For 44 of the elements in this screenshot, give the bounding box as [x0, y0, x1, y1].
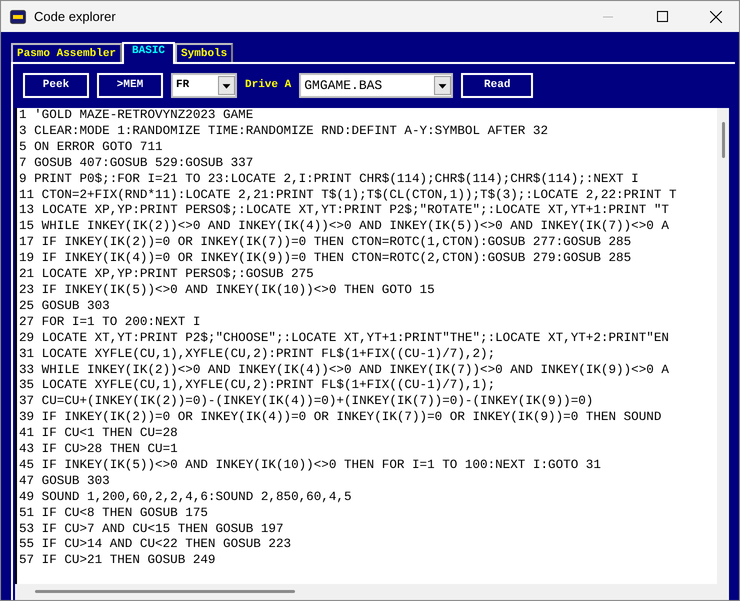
close-icon [710, 10, 722, 22]
code-line: 17 IF INKEY(IK(2))=0 OR INKEY(IK(7))=0 THEN CTON=ROTC(1,CTON):GOSUB 277:GOSUB 285 [19, 235, 632, 252]
drive-label: Drive A [245, 79, 292, 91]
tab[interactable]: BASIC [122, 42, 176, 64]
maximize-icon [656, 11, 668, 22]
code-line: 41 IF CU<1 THEN CU=28 [19, 426, 179, 442]
vertical-scrollbar[interactable] [717, 108, 729, 584]
tab[interactable]: Pasmo Assembler [11, 43, 122, 62]
code-line: 55 IF CU>14 AND CU<22 THEN GOSUB 223 [19, 537, 292, 554]
file-dropdown[interactable]: GMGAME.BAS [299, 72, 454, 98]
code-line: 33 WHILE INKEY(IK(2))<>0 AND INKEY(IK(4))<>0 AND INKEY(IK(7))<>0 AND INKEY(IK(9))<>0 A [19, 362, 670, 378]
code-line: 51 IF CU<8 THEN GOSUB 175 [19, 506, 209, 522]
code-line: 23 IF INKEY(IK(5))<>0 AND INKEY(IK(10))<>0 THEN GOTO 15 [19, 282, 436, 299]
code-line: 11 CTON=2+FIX(RND*11):LOCATE 2,21:PRINT T$(1);T$(CL(CTON,1));T$(3);:LOCATE 2,22:PRINT T [19, 188, 678, 204]
code-line: 57 IF CU>21 THEN GOSUB 249 [19, 553, 216, 570]
code-line: 53 IF CU>7 AND CU<15 THEN GOSUB 197 [19, 522, 285, 538]
code-line: 15 WHILE INKEY(IK(2))<>0 AND INKEY(IK(4))<>0 AND INKEY(IK(5))<>0 AND INKEY(IK(7))<>0 A [19, 219, 670, 236]
window-title: Code explorer [34, 9, 117, 24]
memory-button[interactable]: >MEM [97, 72, 163, 98]
code-line: 25 GOSUB 303 [19, 298, 111, 315]
code-line: 45 IF INKEY(IK(5))<>0 AND INKEY(IK(10))<>0 THEN FOR I=1 TO 100:NEXT I:GOTO 31 [19, 458, 602, 474]
code-line: 27 FOR I=1 TO 200:NEXT I [19, 314, 202, 331]
tab[interactable]: Symbols [175, 43, 234, 62]
read-button[interactable]: Read [461, 72, 534, 98]
code-line: 19 IF INKEY(IK(4))=0 OR INKEY(IK(9))=0 THEN CTON=ROTC(2,CTON):GOSUB 279:GOSUB 285 [19, 251, 632, 268]
code-line: 3 CLEAR:MODE 1:RANDOMIZE TIME:RANDOMIZE RND:DEFINT A-Y:SYMBOL AFTER 32 [19, 124, 550, 140]
code-line: 7 GOSUB 407:GOSUB 529:GOSUB 337 [19, 156, 254, 172]
language-dropdown[interactable]: FR [171, 72, 237, 98]
code-line: 13 LOCATE XP,YP:PRINT PERSO$;:LOCATE XT,YT:PRINT P2$;"ROTATE";:LOCATE XT,YT+1:PRINT "T [19, 203, 670, 220]
code-line: 9 PRINT P0$;:FOR I=21 TO 23:LOCATE 2,I:PRINT CHR$(114);CHR$(114);CHR$(114);:NEXT I [19, 172, 640, 188]
code-line: 37 CU=CU+(INKEY(IK(2))=0)-(INKEY(IK(4))=0)+(INKEY(IK(7))=0)-(INKEY(IK(9))=0) [19, 394, 594, 410]
code-line: 1 'GOLD MAZE-RETROVYNZ2023 GAME [19, 108, 254, 124]
code-line: 35 LOCATE XYFLE(CU,1),XYFLE(CU,2):PRINT FL$(1+FIX((CU-1)/7),1); [19, 378, 496, 394]
code-line: 5 ON ERROR GOTO 711 [19, 140, 164, 156]
horizontal-scrollbar[interactable] [15, 584, 729, 600]
app-icon [10, 8, 26, 24]
code-line: 39 IF INKEY(IK(2))=0 OR INKEY(IK(4))=0 OR INKEY(IK(7))=0 OR INKEY(IK(9))=0 THEN SOUND [19, 410, 662, 426]
code-line: 43 IF CU>28 THEN CU=1 [19, 442, 179, 458]
code-line: 49 SOUND 1,200,60,2,2,4,6:SOUND 2,850,60,4,5 [19, 490, 353, 506]
code-line: 47 GOSUB 303 [19, 474, 111, 490]
code-line: 29 LOCATE XT,YT:PRINT P2$;"CHOOSE";:LOCATE XT,YT+1:PRINT"THE";:LOCATE XT,YT+2:PRINT"EN [19, 330, 670, 347]
code-line: 31 LOCATE XYFLE(CU,1),XYFLE(CU,2):PRINT FL$(1+FIX((CU-1)/7),2); [19, 346, 496, 362]
code-line: 21 LOCATE XP,YP:PRINT PERSO$;:GOSUB 275 [19, 267, 315, 283]
peek-button[interactable]: Peek [23, 72, 89, 98]
